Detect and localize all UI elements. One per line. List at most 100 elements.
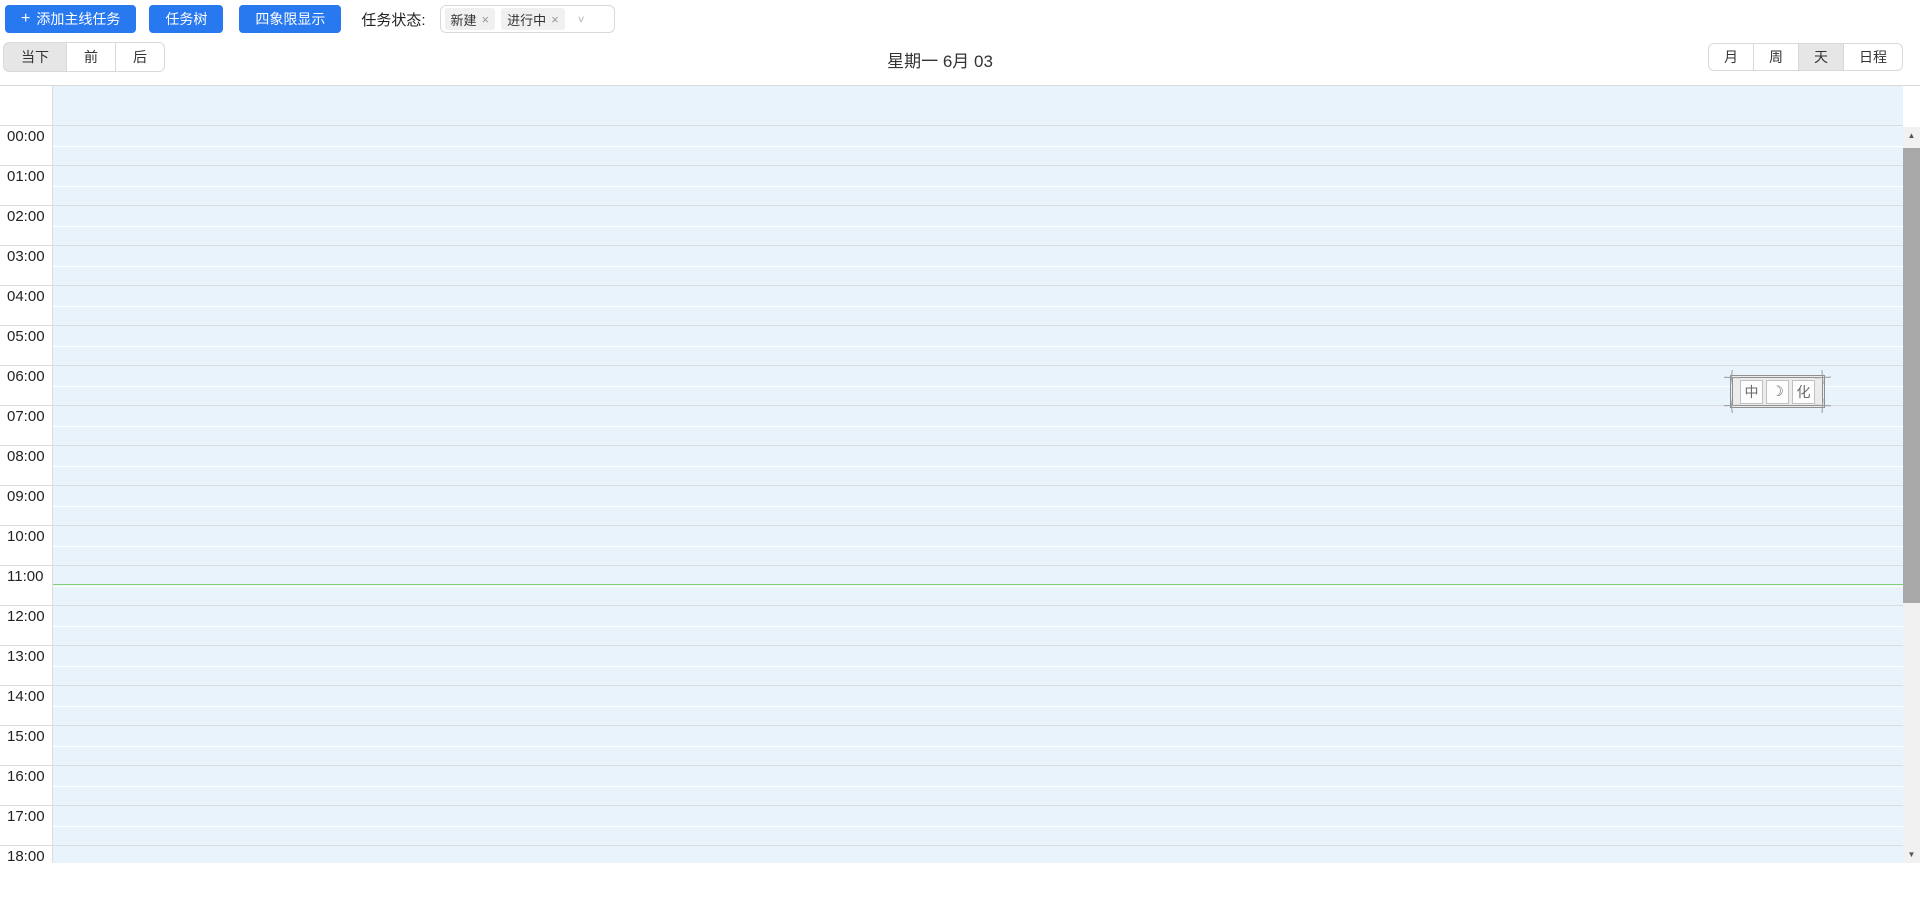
remove-tag-icon[interactable]: × — [482, 12, 490, 27]
hour-label: 14:00 — [0, 686, 53, 725]
hour-label: 18:00 — [0, 846, 53, 863]
hour-label: 11:00 — [0, 566, 53, 605]
hour-label: 13:00 — [0, 646, 53, 685]
hour-label: 07:00 — [0, 406, 53, 445]
time-slot[interactable] — [53, 286, 1903, 325]
add-main-task-label: 添加主线任务 — [36, 11, 121, 27]
hour-row: 12:00 — [0, 605, 1903, 645]
time-grid-scroll-area: 00:00 01:00 02:00 03:00 04:00 05:00 06:0… — [0, 125, 1920, 863]
quadrant-display-label: 四象限显示 — [255, 11, 326, 27]
hour-row: 17:00 — [0, 805, 1903, 845]
hour-row: 14:00 — [0, 685, 1903, 725]
hour-label: 12:00 — [0, 606, 53, 645]
top-toolbar: + 添加主线任务 任务树 四象限显示 任务状态: 新建 × 进行中 × ∨ — [0, 0, 1920, 38]
time-slot[interactable] — [53, 766, 1903, 805]
vertical-scrollbar[interactable]: ▲ ▼ — [1903, 127, 1920, 863]
hour-row: 05:00 — [0, 325, 1903, 365]
hour-label: 15:00 — [0, 726, 53, 765]
hour-row: 03:00 — [0, 245, 1903, 285]
task-status-select[interactable]: 新建 × 进行中 × ∨ — [439, 5, 615, 33]
hour-row: 13:00 — [0, 645, 1903, 685]
time-slot[interactable] — [53, 406, 1903, 445]
view-month-button[interactable]: 月 — [1708, 43, 1754, 71]
hour-row: 09:00 — [0, 485, 1903, 525]
all-day-cell[interactable] — [53, 86, 1903, 125]
time-slot[interactable] — [53, 166, 1903, 205]
view-week-button[interactable]: 周 — [1754, 43, 1799, 71]
time-slot[interactable] — [53, 606, 1903, 645]
hour-row: 04:00 — [0, 285, 1903, 325]
task-tree-button[interactable]: 任务树 — [149, 5, 224, 33]
view-day-button[interactable]: 天 — [1799, 43, 1844, 71]
hour-label: 03:00 — [0, 246, 53, 285]
hour-row: 11:00 — [0, 565, 1903, 605]
view-switcher-group: 月 周 天 日程 — [1708, 43, 1903, 71]
hour-row: 10:00 — [0, 525, 1903, 565]
time-slot[interactable] — [53, 206, 1903, 245]
status-tag-new-label: 新建 — [450, 12, 477, 28]
hour-row: 01:00 — [0, 165, 1903, 205]
all-day-row — [0, 86, 1920, 125]
hour-row: 16:00 — [0, 765, 1903, 805]
time-slot[interactable] — [53, 246, 1903, 285]
time-slot[interactable] — [53, 366, 1903, 405]
plus-icon: + — [21, 10, 31, 27]
scrollbar-thumb[interactable] — [1903, 148, 1920, 603]
placeholder-glyph-hua: 化 — [1792, 379, 1815, 404]
placeholder-glyph-zhong: 中 — [1740, 379, 1763, 404]
hour-label: 08:00 — [0, 446, 53, 485]
day-calendar: 00:00 01:00 02:00 03:00 04:00 05:00 06:0… — [0, 85, 1920, 863]
hour-label: 01:00 — [0, 166, 53, 205]
hour-label: 00:00 — [0, 126, 53, 165]
time-slot[interactable] — [53, 806, 1903, 845]
hour-label: 09:00 — [0, 486, 53, 525]
hour-row: 15:00 — [0, 725, 1903, 765]
hour-label: 10:00 — [0, 526, 53, 565]
chevron-down-icon[interactable]: ∨ — [577, 13, 586, 24]
task-tree-label: 任务树 — [165, 11, 208, 27]
time-slot[interactable] — [53, 126, 1903, 165]
time-slot[interactable] — [53, 646, 1903, 685]
time-slot[interactable] — [53, 846, 1903, 863]
hour-row: 08:00 — [0, 445, 1903, 485]
hour-row: 06:00 — [0, 365, 1903, 405]
hour-row: 18:00 — [0, 845, 1903, 863]
time-slot[interactable] — [53, 446, 1903, 485]
next-button[interactable]: 后 — [116, 42, 165, 72]
status-tag-inprogress[interactable]: 进行中 × — [501, 8, 565, 30]
broken-image-placeholder: 中 ☽ 化 — [1723, 369, 1832, 414]
hour-label: 17:00 — [0, 806, 53, 845]
time-slot[interactable] — [53, 486, 1903, 525]
hour-label: 16:00 — [0, 766, 53, 805]
hour-label: 06:00 — [0, 366, 53, 405]
quadrant-display-button[interactable]: 四象限显示 — [239, 5, 342, 33]
time-slot[interactable] — [53, 726, 1903, 765]
time-slot[interactable] — [53, 326, 1903, 365]
status-tag-inprogress-label: 进行中 — [507, 12, 547, 28]
scroll-down-icon[interactable]: ▼ — [1903, 846, 1920, 863]
hour-row: 07:00 — [0, 405, 1903, 445]
hour-row: 00:00 — [0, 125, 1903, 165]
task-status-label: 任务状态: — [361, 11, 426, 29]
time-slot[interactable] — [53, 566, 1903, 605]
calendar-toolbar: 星期一 6月 03 当下 前 后 月 周 天 日程 — [0, 38, 1920, 80]
scroll-up-icon[interactable]: ▲ — [1903, 127, 1920, 144]
current-time-indicator — [53, 584, 1903, 585]
moon-icon: ☽ — [1766, 379, 1789, 404]
calendar-title: 星期一 6月 03 — [887, 51, 993, 71]
remove-tag-icon[interactable]: × — [551, 12, 559, 27]
hour-label: 04:00 — [0, 286, 53, 325]
add-main-task-button[interactable]: + 添加主线任务 — [5, 5, 137, 33]
all-day-gutter — [0, 86, 53, 125]
time-slot[interactable] — [53, 526, 1903, 565]
nav-button-group: 当下 前 后 — [3, 42, 165, 72]
today-button[interactable]: 当下 — [3, 42, 67, 72]
hour-label: 05:00 — [0, 326, 53, 365]
time-grid-rows: 00:00 01:00 02:00 03:00 04:00 05:00 06:0… — [0, 125, 1903, 863]
time-slot[interactable] — [53, 686, 1903, 725]
status-tag-new[interactable]: 新建 × — [444, 8, 496, 30]
hour-label: 02:00 — [0, 206, 53, 245]
hour-row: 02:00 — [0, 205, 1903, 245]
view-agenda-button[interactable]: 日程 — [1844, 43, 1903, 71]
prev-button[interactable]: 前 — [67, 42, 116, 72]
